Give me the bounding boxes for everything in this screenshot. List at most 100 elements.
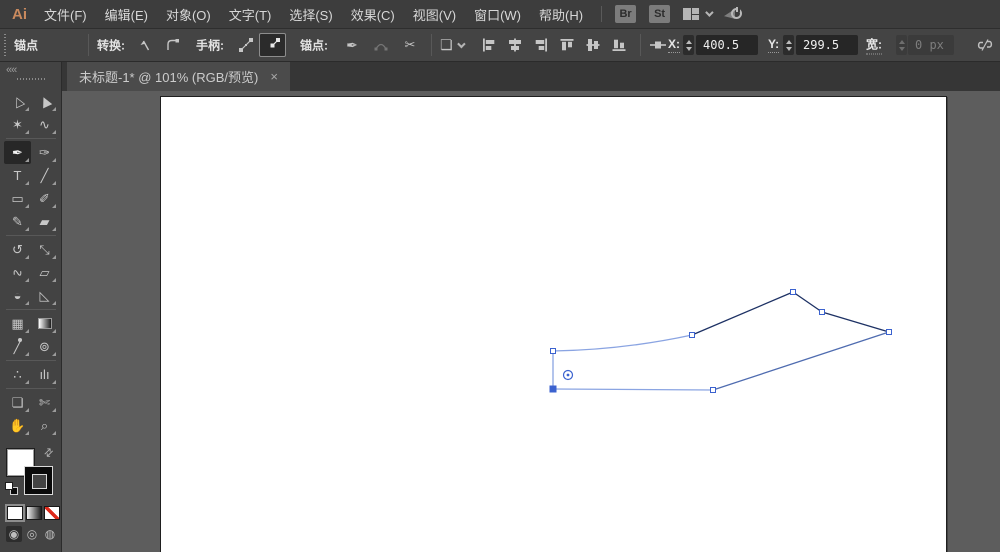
menu-effect[interactable]: 效果(C) — [349, 3, 397, 26]
symbol-sprayer-tool[interactable]: ∴ — [4, 363, 31, 386]
selection-tool[interactable]: ▷ — [4, 90, 31, 113]
line-segment-tool[interactable]: ╱ — [31, 164, 58, 187]
align-vertical-center-button[interactable] — [582, 34, 604, 56]
convert-to-corner-button[interactable] — [135, 34, 157, 56]
remove-anchor-button[interactable]: ✒ — [341, 34, 363, 56]
draw-behind-button[interactable]: ◎ — [24, 526, 40, 542]
gpu-performance-icon[interactable] — [724, 6, 742, 22]
perspective-grid-tool[interactable]: ◺ — [31, 284, 58, 307]
anchor-point[interactable] — [711, 388, 716, 393]
shape-builder-tool[interactable]: ◒ — [4, 284, 31, 307]
x-stepper[interactable] — [683, 35, 694, 55]
hide-handles-button[interactable] — [259, 33, 286, 57]
connect-endpoints-button[interactable] — [370, 34, 392, 56]
pencil-tool[interactable]: ✎ — [4, 210, 31, 233]
path-segment[interactable] — [822, 312, 889, 332]
pen-tool[interactable]: ✒ — [4, 141, 31, 164]
menu-window[interactable]: 窗口(W) — [472, 3, 523, 26]
tab-close-icon[interactable]: × — [270, 69, 278, 84]
path-segment[interactable] — [692, 292, 793, 335]
divider — [88, 34, 89, 56]
collapse-panel-icon[interactable]: «« — [6, 64, 16, 76]
anchor-point[interactable] — [791, 290, 796, 295]
hand-tool[interactable]: ✋ — [4, 414, 31, 437]
blend-tool[interactable]: ⊚ — [31, 335, 58, 358]
stock-button[interactable]: St — [649, 5, 670, 23]
align-horizontal-center-button[interactable] — [504, 34, 526, 56]
y-stepper[interactable] — [783, 35, 794, 55]
default-fill-stroke-icon[interactable] — [5, 482, 18, 495]
gradient-button[interactable] — [26, 506, 42, 520]
rotate-tool[interactable]: ↺ — [4, 238, 31, 261]
bridge-button[interactable]: Br — [615, 5, 636, 23]
none-button[interactable] — [44, 506, 60, 520]
rectangle-tool[interactable]: ▭ — [4, 187, 31, 210]
align-to-dropdown[interactable]: ❏ — [440, 37, 463, 54]
eyedropper-tool[interactable]: ╱ — [4, 335, 31, 358]
document-tab[interactable]: 未标题-1* @ 101% (RGB/预览) × — [67, 62, 290, 91]
anchor-point-selected[interactable] — [550, 386, 556, 392]
pen-path[interactable] — [62, 91, 1000, 552]
swap-fill-stroke-icon[interactable]: ⇄ — [41, 445, 57, 461]
path-segment[interactable] — [713, 332, 889, 390]
path-segment[interactable] — [553, 335, 692, 351]
type-tool[interactable]: T — [4, 164, 31, 187]
paintbrush-tool[interactable]: ✐ — [31, 187, 58, 210]
menu-view[interactable]: 视图(V) — [411, 3, 458, 26]
menu-select[interactable]: 选择(S) — [287, 3, 334, 26]
y-input[interactable]: 299.5 px — [796, 35, 858, 55]
workspace-switcher[interactable] — [683, 8, 711, 21]
draw-inside-button[interactable]: ◍ — [42, 526, 58, 542]
anchor-point[interactable] — [820, 310, 825, 315]
y-label[interactable]: Y: — [768, 37, 779, 53]
lasso-tool[interactable]: ∿ — [31, 113, 58, 136]
x-input[interactable]: 400.5 px — [696, 35, 758, 55]
align-right-button[interactable] — [530, 34, 552, 56]
menu-type[interactable]: 文字(T) — [227, 3, 274, 26]
menu-object[interactable]: 对象(O) — [164, 3, 213, 26]
align-left-button[interactable] — [478, 34, 500, 56]
scale-tool[interactable]: ⤡ — [31, 238, 58, 261]
reference-point-icon[interactable] — [647, 34, 669, 56]
handles-label: 手柄: — [196, 37, 224, 54]
curvature-tool[interactable]: ✑ — [31, 141, 58, 164]
eraser-tool[interactable]: ▰ — [31, 210, 58, 233]
free-transform-tool[interactable]: ▱ — [31, 261, 58, 284]
gradient-tool[interactable] — [31, 312, 58, 335]
control-bar-grip[interactable] — [3, 34, 7, 56]
align-top-button[interactable] — [556, 34, 578, 56]
symbol-sprayer-tool-icon: ∴ — [13, 367, 21, 383]
menu-help[interactable]: 帮助(H) — [537, 3, 585, 26]
constrain-proportions-icon[interactable] — [974, 34, 996, 56]
stroke-swatch[interactable] — [24, 466, 53, 495]
column-graph-tool[interactable]: ılı — [31, 363, 58, 386]
cut-path-button[interactable]: ✂ — [399, 34, 421, 56]
menu-list: 文件(F) 编辑(E) 对象(O) 文字(T) 选择(S) 效果(C) 视图(V) 窗口(W)… — [42, 3, 585, 26]
anchor-point[interactable] — [887, 330, 892, 335]
width-tool[interactable]: ∿ — [4, 261, 31, 284]
width-label[interactable]: 宽: — [866, 36, 882, 55]
path-segment[interactable] — [553, 389, 713, 390]
align-bottom-button[interactable] — [608, 34, 630, 56]
tool-panel-grip[interactable] — [17, 78, 45, 80]
artboard-tool[interactable]: ❏ — [4, 391, 31, 414]
zoom-tool[interactable]: ⌕ — [31, 414, 58, 437]
direct-selection-tool[interactable]: ▶ — [31, 90, 58, 113]
mesh-tool[interactable]: ▦ — [4, 312, 31, 335]
path-segment[interactable] — [793, 292, 822, 312]
x-label[interactable]: X: — [668, 37, 680, 53]
anchors-label: 锚点: — [300, 37, 328, 54]
menu-file[interactable]: 文件(F) — [42, 3, 89, 26]
anchor-point[interactable] — [690, 333, 695, 338]
canvas-area[interactable] — [62, 91, 1000, 552]
draw-normal-button[interactable]: ◉ — [6, 526, 22, 542]
magic-wand-tool[interactable]: ✶ — [4, 113, 31, 136]
slice-tool[interactable]: ✄ — [31, 391, 58, 414]
convert-to-smooth-button[interactable] — [162, 34, 184, 56]
menu-edit[interactable]: 编辑(E) — [103, 3, 150, 26]
app-logo[interactable]: Ai — [12, 6, 38, 23]
width-input: 0 px — [908, 35, 954, 55]
anchor-point[interactable] — [551, 349, 556, 354]
color-button[interactable] — [7, 506, 23, 520]
show-handles-button[interactable] — [232, 33, 259, 57]
